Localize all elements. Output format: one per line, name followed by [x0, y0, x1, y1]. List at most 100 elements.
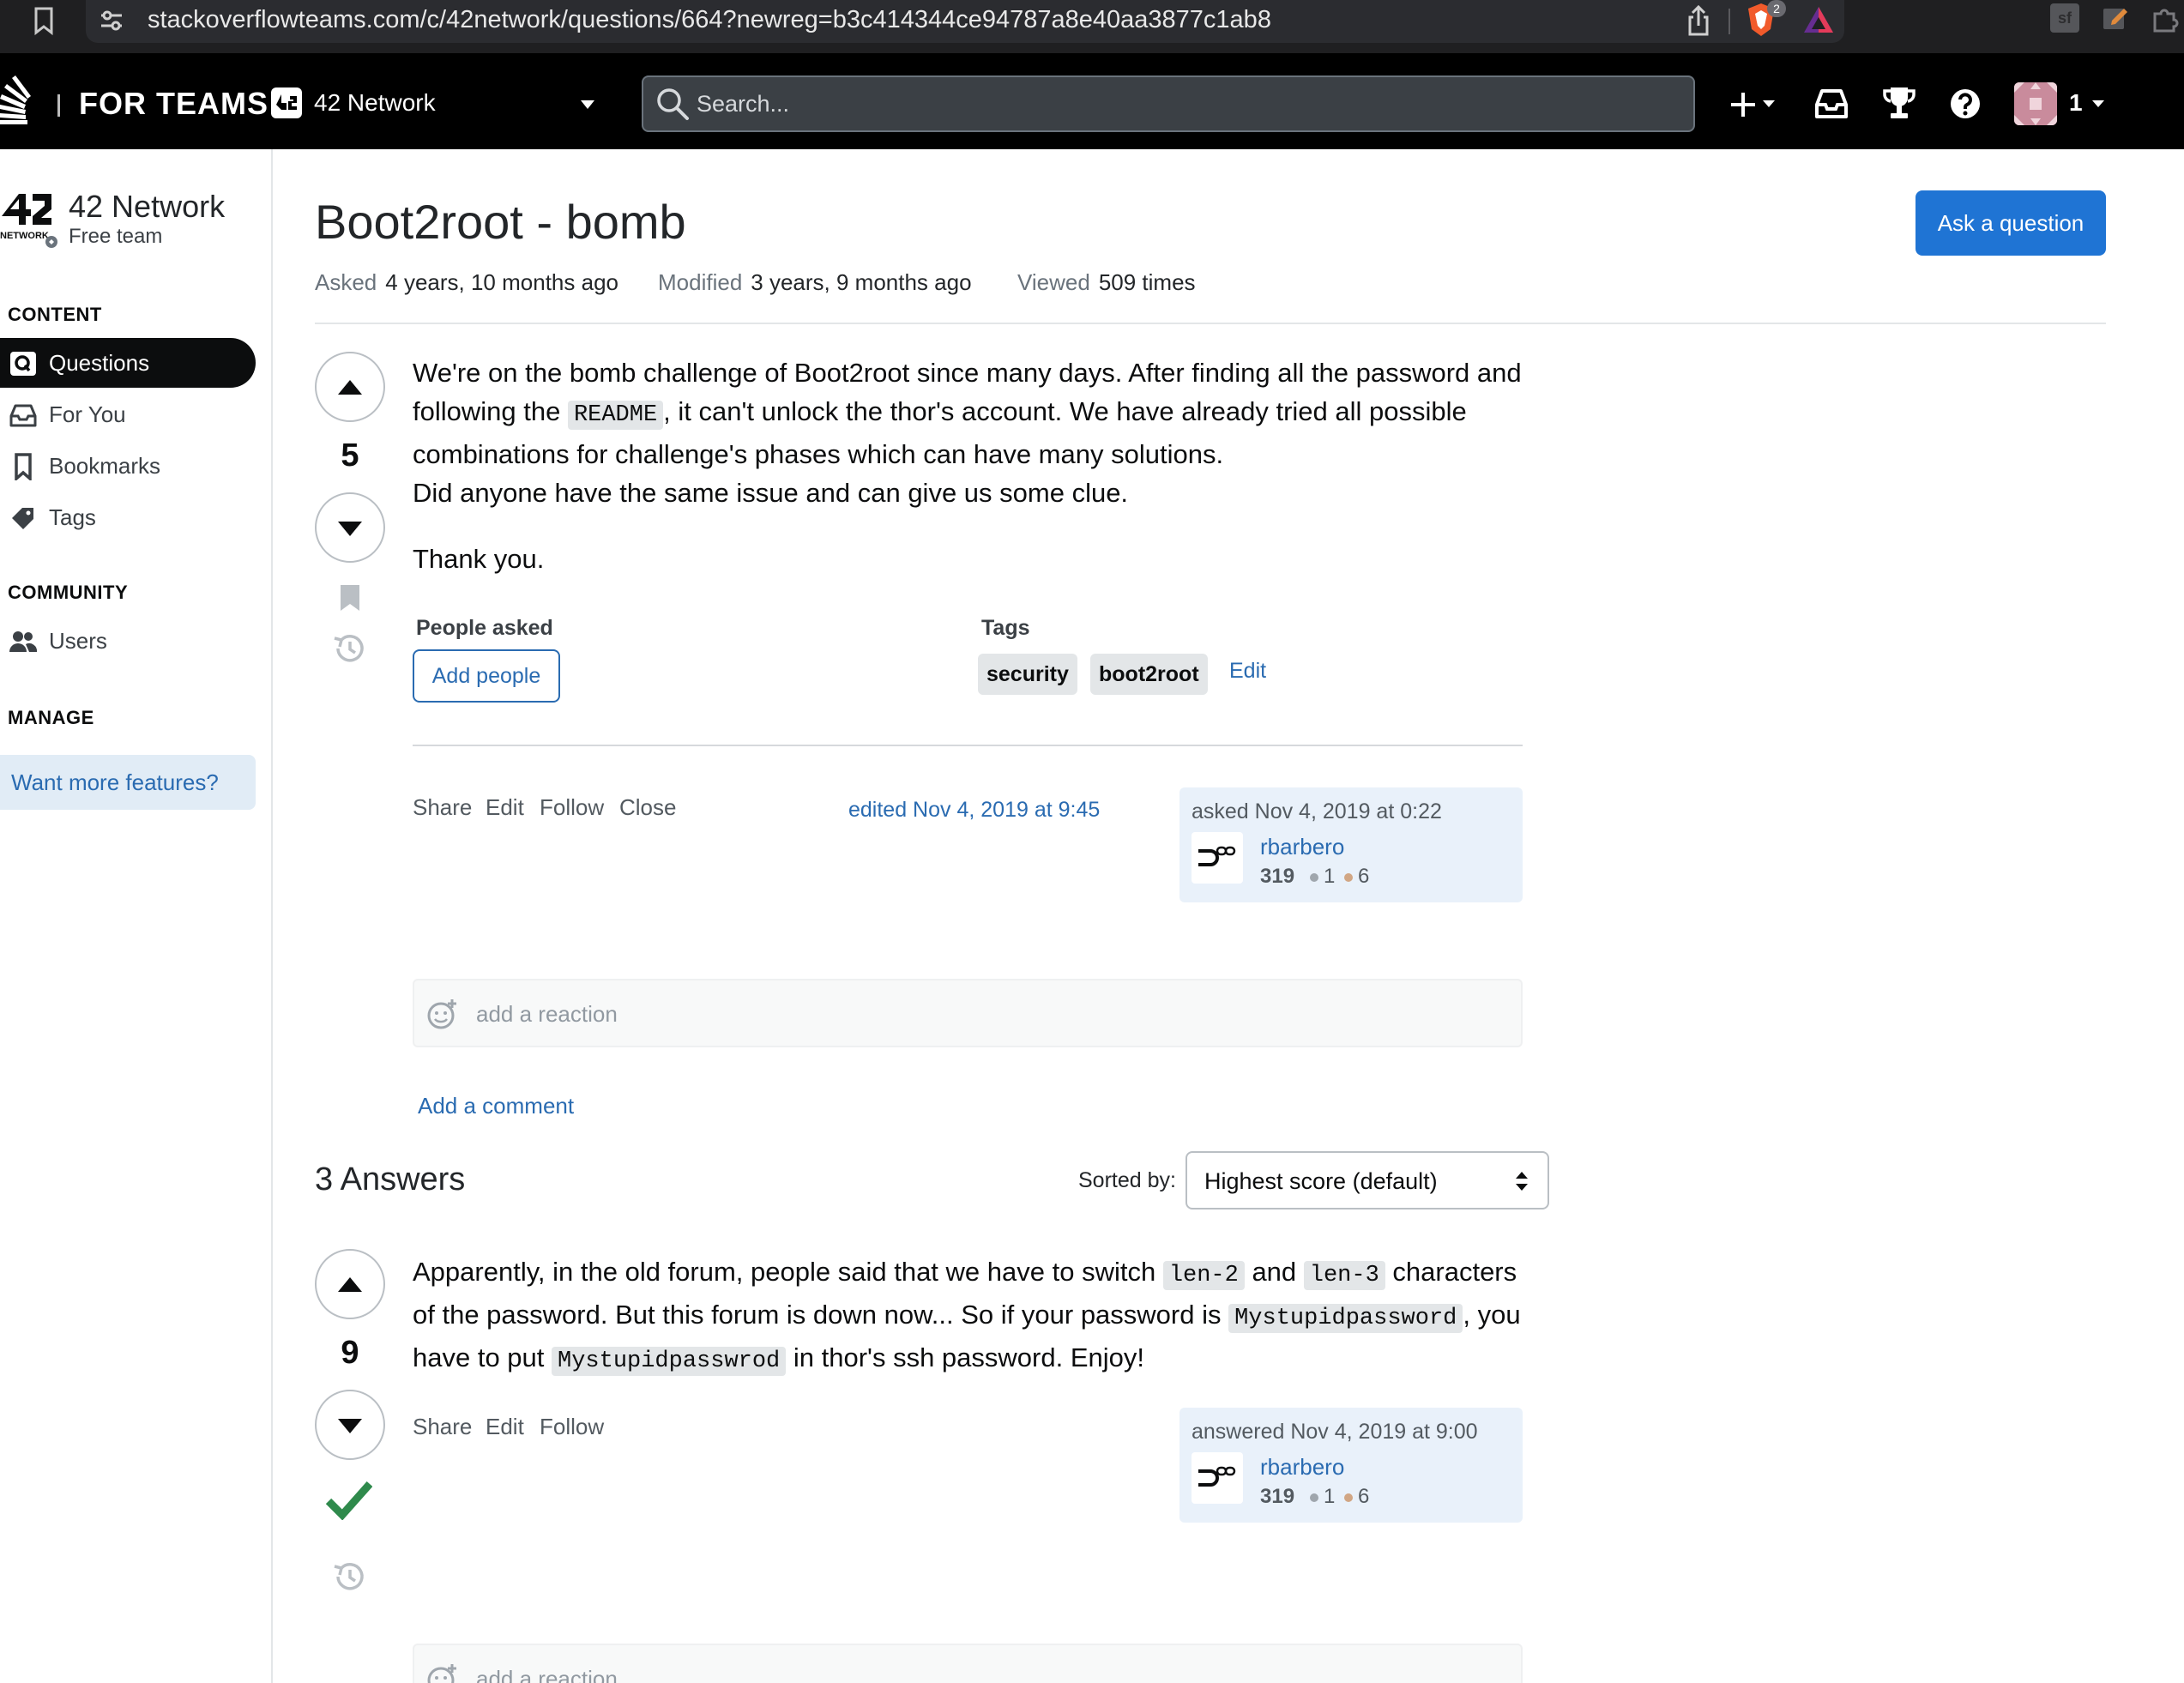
tag-boot2root[interactable]: boot2root: [1090, 654, 1208, 695]
notes-extension-icon[interactable]: [2100, 3, 2129, 33]
users-icon: [9, 631, 38, 652]
sidebar-item-for-you[interactable]: For You: [0, 389, 256, 439]
sidebar-item-tags[interactable]: Tags: [0, 492, 256, 542]
inbox-icon[interactable]: [1813, 87, 1849, 120]
bronze-badge-icon: [1344, 873, 1353, 882]
share-icon[interactable]: [1683, 3, 1714, 38]
inline-code: len-3: [1303, 1261, 1385, 1290]
select-arrows-icon: [1516, 1172, 1528, 1191]
asked-value: 4 years, 10 months ago: [385, 269, 618, 295]
sidebar-team-plan: Free team: [69, 225, 163, 248]
tag-security[interactable]: security: [978, 654, 1077, 695]
sort-select[interactable]: Highest score (default): [1186, 1151, 1549, 1209]
bookmark-icon: [15, 453, 32, 480]
team-switcher-name[interactable]: 42 Network: [314, 89, 436, 117]
add-comment-link[interactable]: Add a comment: [418, 1093, 574, 1119]
user-reputation: 319: [1260, 1485, 1295, 1508]
add-reaction-icon: [427, 1664, 456, 1683]
for-teams-label[interactable]: FOR TEAMS: [79, 86, 268, 122]
edited-link[interactable]: edited Nov 4, 2019 at 9:45: [848, 798, 1100, 823]
asked-label: Asked: [315, 269, 377, 295]
answer-reaction-bar[interactable]: add a reaction: [413, 1644, 1523, 1683]
question-paragraph: Thank you.: [413, 544, 545, 574]
viewed-value: 509 times: [1098, 269, 1196, 295]
chevron-down-icon[interactable]: [1762, 100, 1776, 108]
help-icon[interactable]: [1949, 87, 1982, 120]
search-input[interactable]: [697, 82, 1674, 125]
sidebar-item-label: For You: [49, 401, 126, 427]
url-text[interactable]: stackoverflowteams.com/c/42network/quest…: [148, 2, 1271, 38]
upvote-button[interactable]: [315, 352, 385, 422]
close-link[interactable]: Close: [619, 794, 676, 821]
identicon-icon: [1198, 1466, 1236, 1487]
question-body: We're on the bomb challenge of Boot2root…: [413, 353, 1528, 578]
silver-badge-count: 1: [1324, 1485, 1336, 1508]
sidebar-team-name[interactable]: 42 Network: [69, 189, 225, 225]
modified-meta[interactable]: Modified 3 years, 9 months ago: [658, 269, 972, 296]
ask-question-button[interactable]: Ask a question: [1916, 190, 2106, 256]
bronze-badge-count: 6: [1358, 865, 1370, 888]
bookmark-icon[interactable]: [338, 583, 362, 612]
viewed-label: Viewed: [1017, 269, 1090, 295]
sidebar-item-questions[interactable]: Questions: [0, 338, 256, 388]
body-text: and: [1244, 1257, 1304, 1287]
reputation-count[interactable]: 1: [2069, 89, 2083, 117]
reaction-bar[interactable]: add a reaction: [413, 979, 1523, 1047]
cta-label: Want more features?: [11, 769, 219, 795]
answer-body: Apparently, in the old forum, people sai…: [413, 1252, 1528, 1381]
user-name-link[interactable]: rbarbero: [1260, 834, 1344, 860]
modified-label: Modified: [658, 269, 743, 295]
sidebar-item-label: Bookmarks: [49, 453, 161, 479]
answer-edit-link[interactable]: Edit: [486, 1414, 524, 1440]
chevron-down-icon[interactable]: [580, 100, 595, 110]
arrow-up-icon: [338, 380, 362, 395]
sort-label: Sorted by:: [1078, 1168, 1176, 1192]
inline-code: Mystupidpassword: [1228, 1304, 1463, 1333]
share-link[interactable]: Share: [413, 794, 472, 821]
answer-upvote-button[interactable]: [315, 1249, 385, 1319]
stack-overflow-logo-icon[interactable]: [0, 75, 38, 130]
answer-downvote-button[interactable]: [315, 1390, 385, 1460]
search-icon: [657, 88, 689, 120]
sidebar-item-label: Users: [49, 628, 107, 654]
arrow-down-icon: [338, 1419, 362, 1433]
user-avatar[interactable]: [1192, 1452, 1243, 1504]
answer-share-link[interactable]: Share: [413, 1414, 472, 1440]
answers-count: 3 Answers: [315, 1161, 466, 1197]
plus-icon[interactable]: [1728, 89, 1759, 120]
inline-code: README: [567, 401, 664, 430]
tag-icon: [12, 508, 33, 529]
add-reaction-icon: [427, 999, 456, 1029]
edit-tags-link[interactable]: Edit: [1229, 659, 1266, 684]
add-people-button[interactable]: Add people: [413, 649, 560, 703]
chevron-down-icon[interactable]: [2091, 100, 2105, 108]
history-icon[interactable]: [331, 1559, 367, 1594]
downvote-button[interactable]: [315, 492, 385, 563]
body-text: Did anyone have the same issue and can g…: [413, 478, 1129, 508]
extension-icon[interactable]: sf: [2050, 3, 2079, 33]
follow-link[interactable]: Follow: [540, 794, 604, 821]
team-icon[interactable]: [269, 86, 304, 120]
page-title: Boot2root - bomb: [315, 195, 686, 249]
user-reputation: 319: [1260, 865, 1295, 888]
body-text: Apparently, in the old forum, people sai…: [413, 1257, 1163, 1287]
user-avatar[interactable]: [2014, 82, 2057, 125]
site-settings-icon[interactable]: [96, 5, 127, 36]
team-42-logo-icon[interactable]: NETWORK: [0, 187, 60, 249]
history-icon[interactable]: [331, 631, 367, 666]
brave-rewards-icon[interactable]: [1801, 3, 1836, 36]
answer-follow-link[interactable]: Follow: [540, 1414, 604, 1440]
people-asked-label: People asked: [416, 616, 553, 640]
sidebar-item-users[interactable]: Users: [0, 616, 256, 666]
answer-vote-count: 9: [341, 1335, 359, 1371]
extensions-puzzle-icon[interactable]: [2150, 3, 2181, 34]
want-more-features-link[interactable]: Want more features?: [0, 755, 256, 810]
bookmark-icon[interactable]: [29, 5, 58, 36]
user-name-link[interactable]: rbarbero: [1260, 1454, 1344, 1481]
modified-value[interactable]: 3 years, 9 months ago: [751, 269, 971, 295]
edit-link[interactable]: Edit: [486, 794, 524, 821]
sidebar-item-bookmarks[interactable]: Bookmarks: [0, 441, 256, 491]
shield-count-badge: 2: [1767, 0, 1786, 17]
trophy-icon[interactable]: [1882, 86, 1916, 122]
user-avatar[interactable]: [1192, 832, 1243, 884]
